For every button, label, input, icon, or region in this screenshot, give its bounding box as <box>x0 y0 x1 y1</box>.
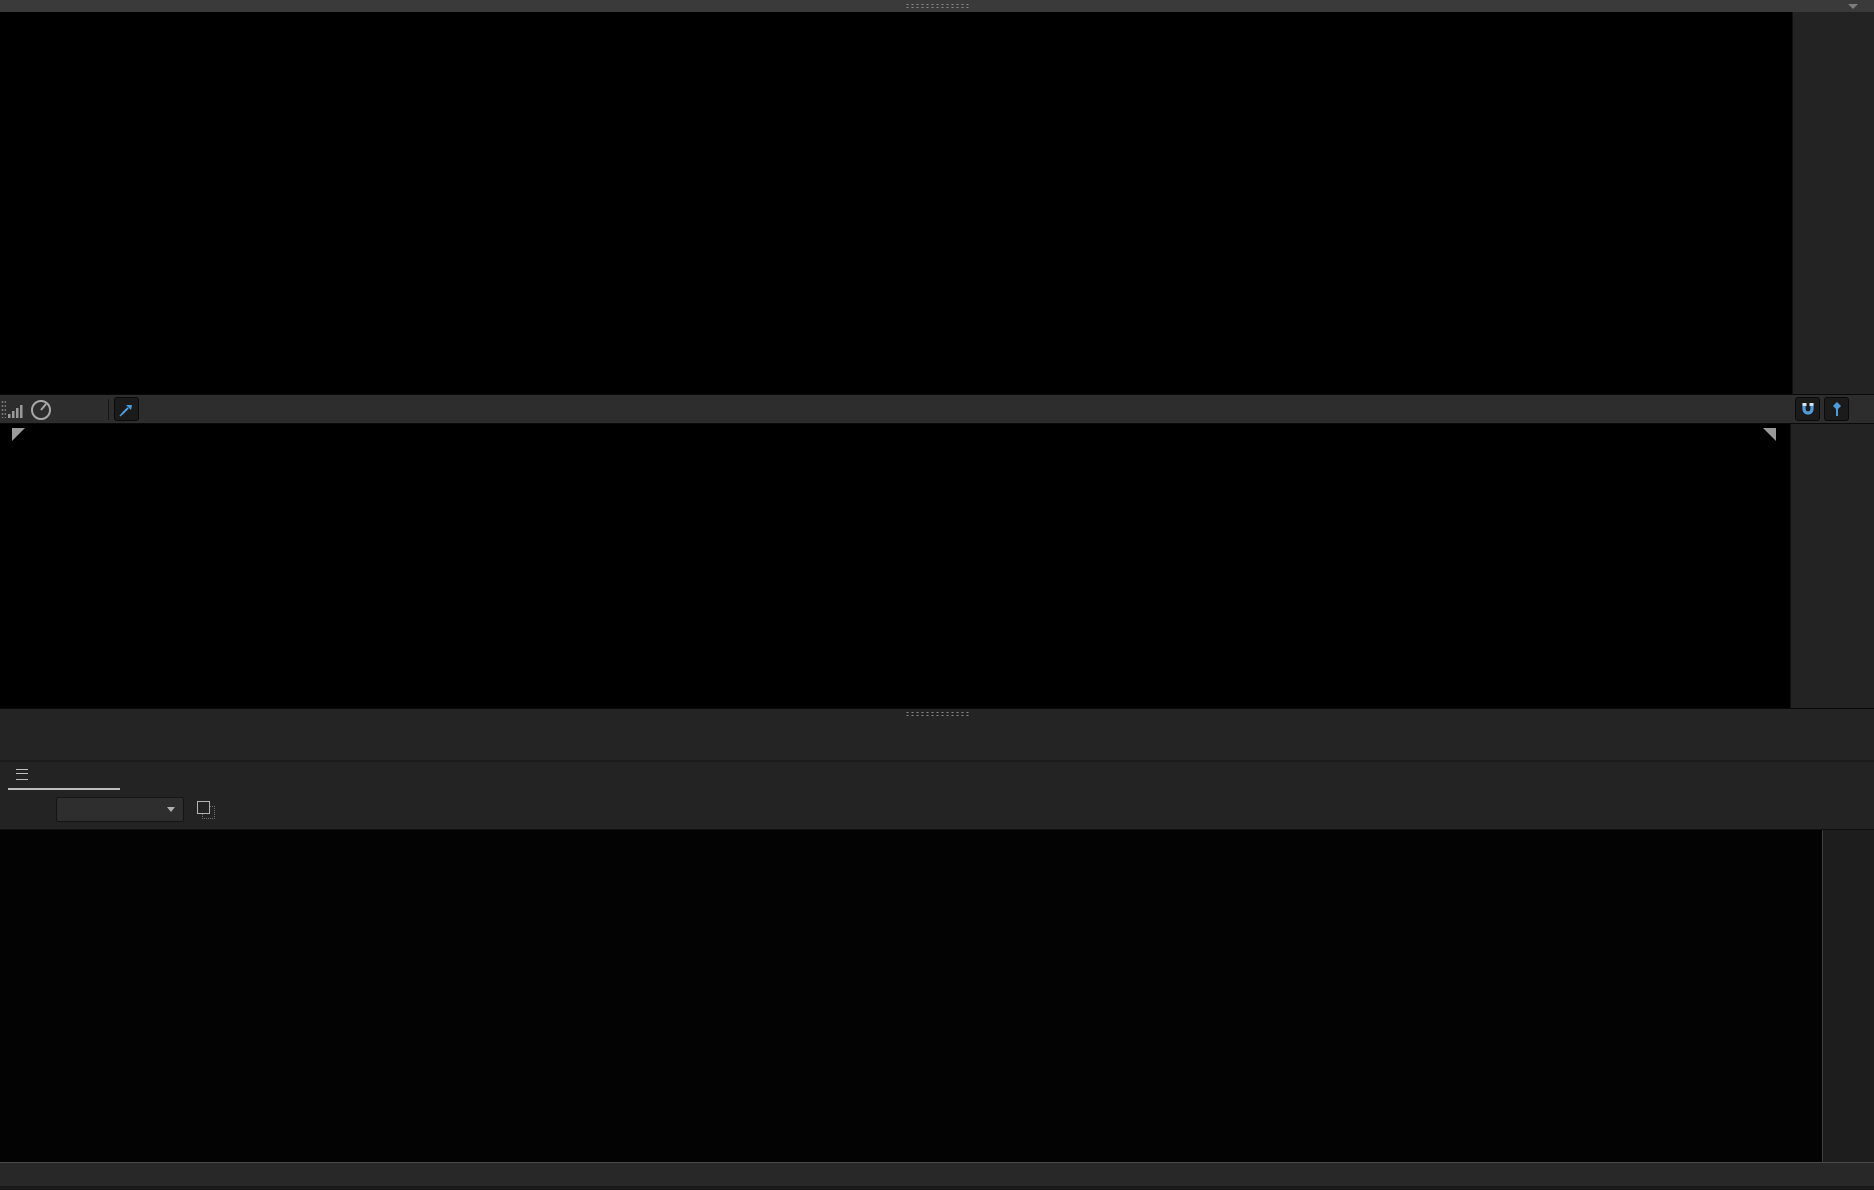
chevron-down-icon <box>167 807 175 812</box>
waveform-corner-grabber-right[interactable] <box>1763 428 1776 441</box>
frequency-analysis-chart[interactable] <box>0 830 1822 1162</box>
scale-select[interactable] <box>56 797 184 822</box>
tab-frequency-analysis[interactable] <box>8 769 28 780</box>
bottom-strip <box>0 1186 1874 1190</box>
drag-handle-icon[interactable] <box>905 711 969 717</box>
spectrogram-frequency-scale[interactable] <box>1792 12 1874 394</box>
waveform-corner-grabber-left[interactable] <box>12 428 25 441</box>
analysis-controls-row <box>0 793 1874 830</box>
panel-menu-icon[interactable] <box>16 769 28 780</box>
chart-db-axis[interactable] <box>1822 830 1874 1162</box>
add-marker-button[interactable] <box>1824 397 1849 421</box>
waveform-db-scale[interactable] <box>1790 424 1874 708</box>
time-ruler[interactable] <box>0 395 1790 425</box>
chart-frequency-axis[interactable] <box>0 1162 1874 1186</box>
copy-graph-button[interactable] <box>196 800 216 820</box>
panel-tabs-row <box>0 762 1874 793</box>
panel-menu-caret-icon[interactable] <box>1848 4 1858 9</box>
timeline-ruler-row <box>0 394 1874 424</box>
waveform-display[interactable] <box>0 424 1790 708</box>
snapping-toggle-button[interactable] <box>1795 397 1820 421</box>
drag-handle-icon[interactable] <box>905 3 969 9</box>
spectrogram-display[interactable] <box>0 12 1792 394</box>
transport-bar <box>0 708 1874 760</box>
magnet-icon <box>1801 403 1814 415</box>
marker-icon <box>1832 402 1841 416</box>
active-tab-underline <box>8 788 120 790</box>
audition-window <box>0 0 1874 1190</box>
